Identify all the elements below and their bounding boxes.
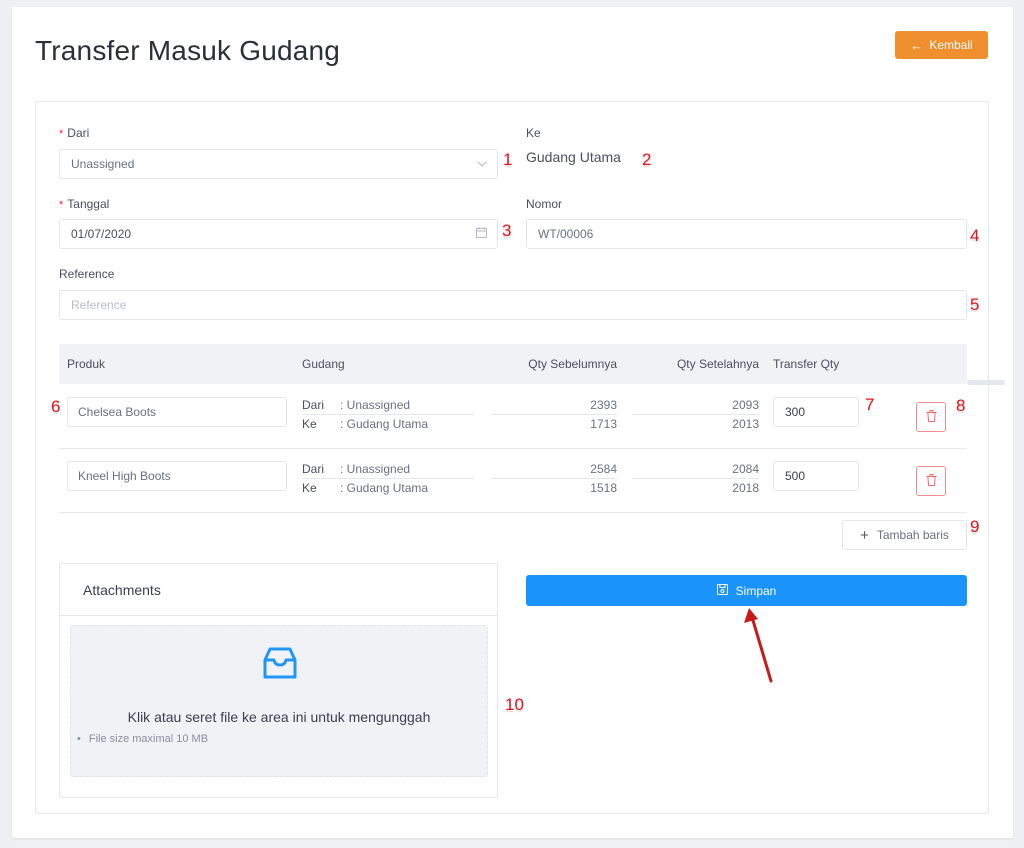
required-marker: *	[59, 128, 64, 140]
dari-select[interactable]: Unassigned	[59, 149, 498, 179]
annotation-callout: 8	[956, 396, 966, 415]
header-gudang: Gudang	[302, 357, 345, 371]
qty-after-to: 2013	[732, 417, 759, 431]
add-row-label: Tambah baris	[876, 528, 949, 542]
reference-label: Reference	[59, 267, 115, 281]
annotation-callout: 4	[970, 226, 980, 245]
gudang-from-label: Dari	[302, 398, 325, 412]
ke-value: Gudang Utama	[526, 149, 621, 165]
qty-after-from: 2084	[633, 462, 759, 479]
annotation-callout: 7	[865, 395, 875, 414]
qty-before-to: 1713	[590, 417, 617, 431]
gudang-to-label: Ke	[302, 481, 317, 495]
gudang-from-value: : Unassigned	[340, 398, 411, 412]
header-qty-setelahnya: Qty Setelahnya	[676, 357, 759, 371]
product-input[interactable]: Chelsea Boots	[67, 397, 287, 427]
annotation-callout: 2	[642, 150, 652, 169]
inbox-icon	[262, 646, 298, 685]
product-value: Kneel High Boots	[78, 469, 171, 483]
qty-after-to: 2018	[732, 481, 759, 495]
chevron-down-icon	[477, 158, 487, 170]
gudang-from-value: : Unassigned	[340, 462, 411, 476]
back-button[interactable]: ← Kembali	[895, 31, 988, 59]
gudang-to-value: : Gudang Utama	[340, 481, 429, 495]
save-icon	[716, 583, 728, 598]
qty-before-from: 2584	[491, 462, 617, 479]
reference-input[interactable]: Reference	[59, 290, 967, 320]
products-table-header: Produk Gudang Qty Sebelumnya Qty Setelah…	[59, 344, 967, 384]
attachments-title: Attachments	[60, 564, 497, 616]
annotation-callout: 9	[970, 517, 980, 536]
calendar-icon	[476, 227, 487, 241]
transfer-qty-input[interactable]: 300	[773, 397, 859, 427]
nomor-label: Nomor	[526, 197, 563, 211]
header-qty-sebelumnya: Qty Sebelumnya	[528, 357, 617, 371]
scrollbar-handle[interactable]	[967, 380, 1005, 385]
gudang-to-label: Ke	[302, 417, 317, 431]
qty-before-from: 2393	[491, 398, 617, 415]
gudang-to: Ke : Gudang Utama	[302, 481, 474, 495]
annotation-callout: 1	[503, 150, 513, 169]
file-dropzone[interactable]: Klik atau seret file ke area ini untuk m…	[70, 625, 488, 777]
trash-icon	[926, 473, 937, 489]
tanggal-label: * Tanggal	[59, 197, 110, 211]
header-produk: Produk	[67, 357, 106, 371]
annotation-arrow-icon	[744, 608, 773, 683]
gudang-from: Dari : Unassigned	[302, 462, 474, 479]
qty-after-from: 2093	[633, 398, 759, 415]
gudang-to: Ke : Gudang Utama	[302, 417, 474, 431]
nomor-input[interactable]: WT/00006	[526, 219, 967, 249]
transfer-qty-value: 300	[785, 405, 806, 419]
header-transfer-qty: Transfer Qty	[773, 357, 840, 371]
plus-icon: +	[860, 526, 869, 544]
page-title: Transfer Masuk Gudang	[35, 35, 341, 66]
transfer-qty-value: 500	[785, 469, 806, 483]
dari-label: * Dari	[59, 126, 90, 140]
product-value: Chelsea Boots	[78, 405, 157, 419]
annotation-callout: 3	[502, 221, 512, 240]
delete-row-button[interactable]	[916, 466, 946, 496]
ke-label: Ke	[526, 126, 541, 140]
gudang-to-value: : Gudang Utama	[340, 417, 429, 431]
add-row-button[interactable]: + Tambah baris	[842, 520, 967, 550]
tanggal-datepicker[interactable]: 01/07/2020	[59, 219, 498, 249]
attachments-panel: Attachments Klik atau seret file ke area…	[59, 563, 498, 798]
trash-icon	[926, 409, 937, 425]
file-size-note: • File size maximal 10 MB	[77, 733, 209, 745]
save-button-label: Simpan	[735, 583, 777, 598]
delete-row-button[interactable]	[916, 402, 946, 432]
annotation-callout: 5	[970, 295, 980, 314]
arrow-left-icon: ←	[910, 37, 924, 53]
qty-before-to: 1518	[590, 481, 617, 495]
dropzone-hint: Klik atau seret file ke area ini untuk m…	[127, 709, 431, 725]
nomor-value: WT/00006	[538, 227, 594, 241]
table-row: Chelsea Boots Dari : Unassigned Ke : Gudan…	[59, 385, 967, 449]
transfer-qty-input[interactable]: 500	[773, 461, 859, 491]
required-marker: *	[59, 199, 64, 211]
back-button-label: Kembali	[929, 38, 973, 52]
product-input[interactable]: Kneel High Boots	[67, 461, 287, 491]
table-row: Kneel High Boots Dari : Unassigned Ke : Gu…	[59, 449, 967, 513]
gudang-from-label: Dari	[302, 462, 325, 476]
gudang-from: Dari : Unassigned	[302, 398, 474, 415]
annotation-callout: 6	[51, 397, 61, 416]
tanggal-value: 01/07/2020	[71, 227, 132, 241]
dari-select-value: Unassigned	[71, 157, 135, 171]
annotation-callout: 10	[505, 695, 524, 714]
save-button[interactable]: Simpan	[526, 575, 967, 606]
reference-placeholder: Reference	[71, 298, 127, 312]
